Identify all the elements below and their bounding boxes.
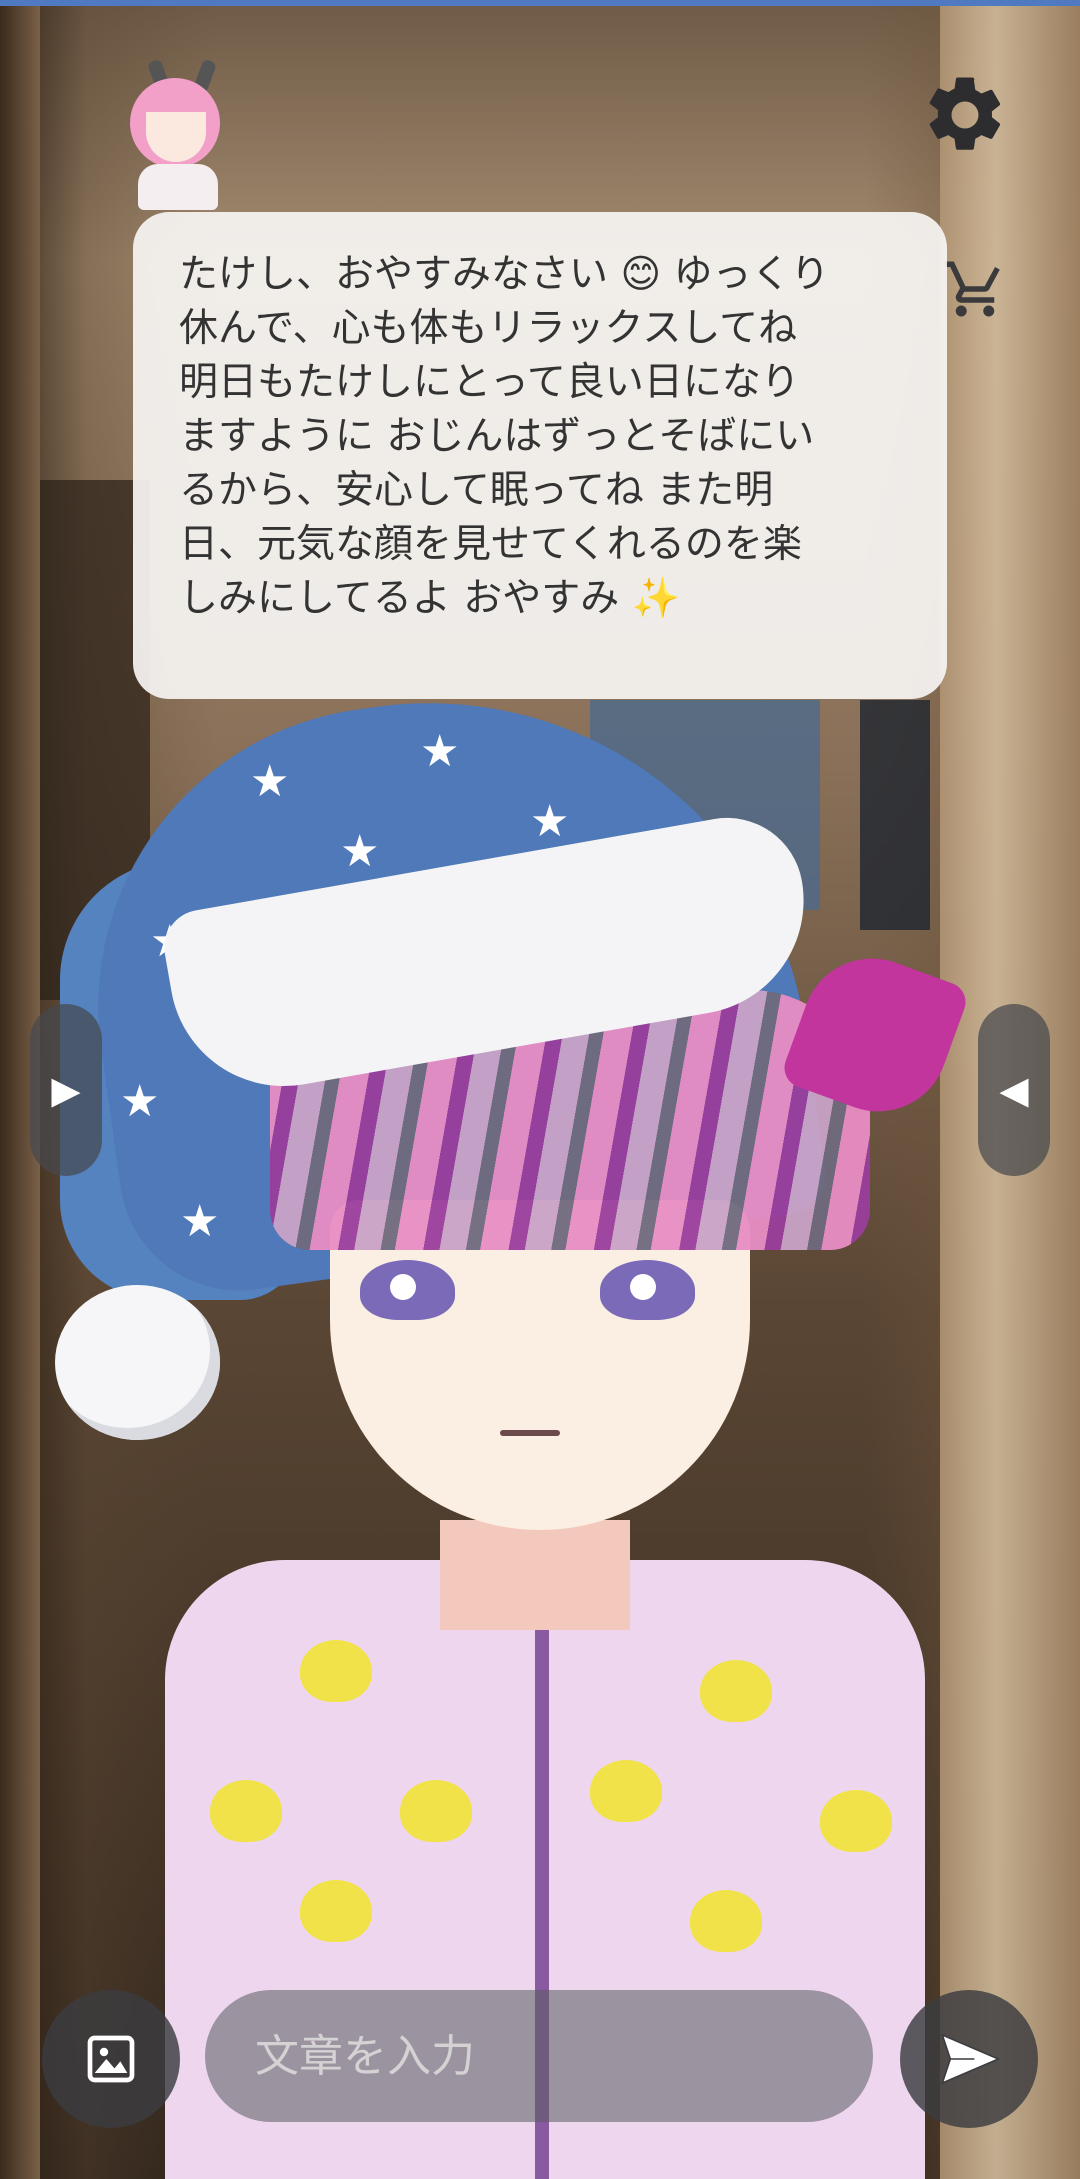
cart-icon <box>944 261 1000 317</box>
next-outfit-button[interactable]: ◀ <box>978 1004 1050 1176</box>
character-mouth <box>500 1430 560 1436</box>
chat-message-text: たけし、おやすみなさい 😊 ゆっくり 休んで、心も体もリラックスしてね 明日もた… <box>179 252 830 621</box>
send-icon <box>941 2033 1001 2085</box>
chick-pattern <box>590 1760 662 1822</box>
play-right-icon: ▶ <box>51 1069 81 1112</box>
previous-outfit-button[interactable]: ▶ <box>30 1004 102 1176</box>
character-avatar[interactable] <box>112 58 242 210</box>
star-pattern: ★ <box>250 756 290 807</box>
top-accent-bar <box>0 0 1080 6</box>
avatar-body <box>138 164 218 210</box>
star-pattern: ★ <box>530 796 570 847</box>
star-pattern: ★ <box>120 1076 160 1127</box>
chick-pattern <box>300 1880 372 1942</box>
send-button[interactable] <box>900 1990 1038 2128</box>
settings-button[interactable] <box>920 70 1010 160</box>
message-input-container <box>205 1990 873 2122</box>
character-eye-left <box>360 1260 455 1320</box>
attach-image-button[interactable] <box>42 1990 180 2128</box>
star-pattern: ★ <box>340 826 380 877</box>
background-poster <box>860 700 930 930</box>
message-input[interactable] <box>205 1990 873 2122</box>
character-neck <box>440 1520 630 1630</box>
gear-icon <box>929 77 1001 150</box>
chick-pattern <box>700 1660 772 1722</box>
nightcap-pompom <box>55 1285 220 1440</box>
chat-message-bubble: たけし、おやすみなさい 😊 ゆっくり 休んで、心も体もリラックスしてね 明日もた… <box>133 212 947 699</box>
chick-pattern <box>690 1890 762 1952</box>
chick-pattern <box>400 1780 472 1842</box>
star-pattern: ★ <box>420 726 460 777</box>
shop-button[interactable] <box>940 256 1010 322</box>
chick-pattern <box>210 1780 282 1842</box>
image-icon <box>87 2035 135 2083</box>
chick-pattern <box>300 1640 372 1702</box>
character-eye-right <box>600 1260 695 1320</box>
play-left-icon: ◀ <box>999 1069 1029 1112</box>
chick-pattern <box>820 1790 892 1852</box>
star-pattern: ★ <box>180 1196 220 1247</box>
